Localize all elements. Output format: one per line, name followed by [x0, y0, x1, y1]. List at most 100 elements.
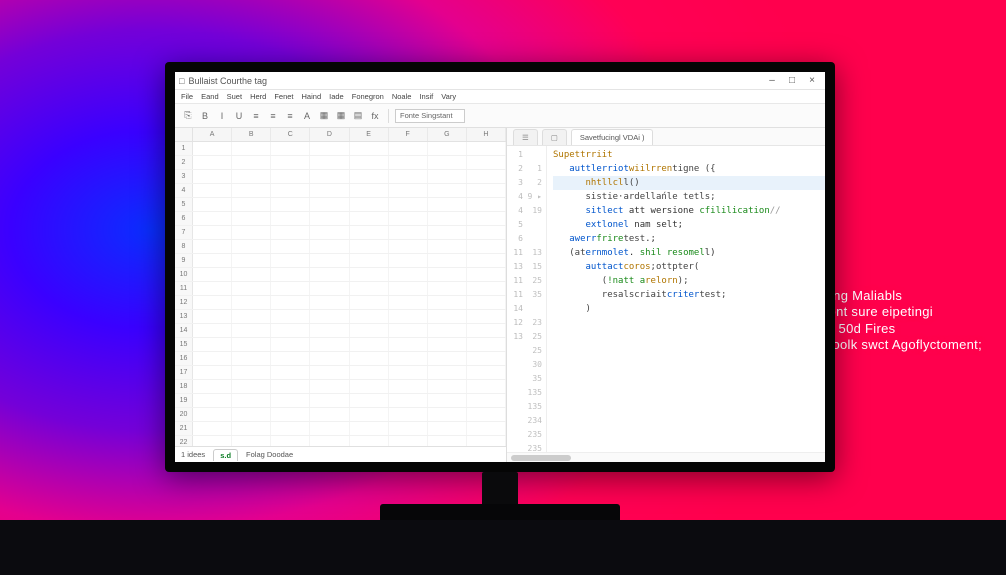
cell[interactable]	[271, 380, 310, 393]
cell[interactable]	[193, 408, 232, 421]
menu-item[interactable]: Fonegron	[352, 92, 384, 101]
code-line[interactable]: (!natt a relorn);	[553, 274, 825, 288]
cell[interactable]	[389, 226, 428, 239]
cell[interactable]	[350, 422, 389, 435]
cell[interactable]	[310, 212, 349, 225]
cell[interactable]	[193, 212, 232, 225]
cell[interactable]	[467, 226, 506, 239]
toolbar-button[interactable]: fx	[368, 109, 382, 123]
cell[interactable]	[428, 324, 467, 337]
cell[interactable]	[428, 184, 467, 197]
cell[interactable]	[428, 170, 467, 183]
cell[interactable]	[350, 212, 389, 225]
cell[interactable]	[428, 380, 467, 393]
cell[interactable]	[271, 156, 310, 169]
cell[interactable]	[193, 380, 232, 393]
cell[interactable]	[193, 436, 232, 446]
cell[interactable]	[428, 408, 467, 421]
select-all-corner[interactable]	[175, 128, 193, 141]
cell[interactable]	[232, 296, 271, 309]
cell[interactable]	[389, 324, 428, 337]
cell[interactable]	[350, 226, 389, 239]
cell[interactable]	[467, 268, 506, 281]
row-header[interactable]: 5	[175, 198, 193, 211]
cell[interactable]	[193, 366, 232, 379]
toolbar-button[interactable]: B	[198, 109, 212, 123]
cell[interactable]	[193, 282, 232, 295]
cell[interactable]	[193, 184, 232, 197]
cell[interactable]	[310, 324, 349, 337]
cell[interactable]	[389, 408, 428, 421]
cell[interactable]	[428, 240, 467, 253]
editor-new-tab-button[interactable]: ▢	[542, 129, 567, 145]
cell[interactable]	[389, 310, 428, 323]
cell[interactable]	[271, 142, 310, 155]
cell[interactable]	[428, 254, 467, 267]
cell[interactable]	[232, 184, 271, 197]
column-header[interactable]: H	[467, 128, 506, 141]
table-row[interactable]: 13	[175, 310, 506, 324]
toolbar-button[interactable]: ⎘	[181, 109, 195, 123]
cell[interactable]	[232, 212, 271, 225]
cell[interactable]	[467, 142, 506, 155]
cell[interactable]	[350, 310, 389, 323]
cell[interactable]	[193, 240, 232, 253]
editor-active-tab[interactable]: Savetfucingl VDAi )	[571, 129, 654, 145]
toolbar-button[interactable]: ▦	[317, 109, 331, 123]
cell[interactable]	[310, 184, 349, 197]
code-line[interactable]: sistie·ardellańle tetls;	[553, 190, 825, 204]
table-row[interactable]: 18	[175, 380, 506, 394]
cell[interactable]	[350, 352, 389, 365]
cell[interactable]	[271, 310, 310, 323]
cell[interactable]	[389, 268, 428, 281]
row-header[interactable]: 6	[175, 212, 193, 225]
cell[interactable]	[350, 240, 389, 253]
code-line[interactable]	[553, 372, 825, 386]
cell[interactable]	[271, 394, 310, 407]
cell[interactable]	[310, 310, 349, 323]
column-header[interactable]: D	[310, 128, 349, 141]
table-row[interactable]: 8	[175, 240, 506, 254]
cell[interactable]	[271, 296, 310, 309]
column-header[interactable]: C	[271, 128, 310, 141]
cell[interactable]	[389, 380, 428, 393]
row-header[interactable]: 2	[175, 156, 193, 169]
cell[interactable]	[310, 198, 349, 211]
cell[interactable]	[310, 408, 349, 421]
cell[interactable]	[271, 254, 310, 267]
table-row[interactable]: 11	[175, 282, 506, 296]
table-row[interactable]: 16	[175, 352, 506, 366]
cell[interactable]	[232, 352, 271, 365]
table-row[interactable]: 4	[175, 184, 506, 198]
cell[interactable]	[350, 324, 389, 337]
cell[interactable]	[428, 142, 467, 155]
cell[interactable]	[232, 142, 271, 155]
code-line[interactable]: extlonel nam selt;	[553, 218, 825, 232]
table-row[interactable]: 22	[175, 436, 506, 446]
row-header[interactable]: 3	[175, 170, 193, 183]
code-line[interactable]	[553, 330, 825, 344]
row-header[interactable]: 11	[175, 282, 193, 295]
cell[interactable]	[271, 282, 310, 295]
cell[interactable]	[310, 436, 349, 446]
cell[interactable]	[271, 226, 310, 239]
cell[interactable]	[467, 366, 506, 379]
cell[interactable]	[350, 408, 389, 421]
menu-item[interactable]: Iade	[329, 92, 344, 101]
cell[interactable]	[271, 352, 310, 365]
cell[interactable]	[350, 184, 389, 197]
cell[interactable]	[232, 436, 271, 446]
cell[interactable]	[310, 352, 349, 365]
cell[interactable]	[271, 268, 310, 281]
cell[interactable]	[428, 310, 467, 323]
column-header[interactable]: E	[350, 128, 389, 141]
cell[interactable]	[389, 394, 428, 407]
table-row[interactable]: 5	[175, 198, 506, 212]
code-line[interactable]: (at ernmolet. shil resomell)	[553, 246, 825, 260]
cell[interactable]	[193, 338, 232, 351]
cell[interactable]	[193, 156, 232, 169]
toolbar-button[interactable]: ▦	[334, 109, 348, 123]
code-line[interactable]	[553, 400, 825, 414]
cell[interactable]	[389, 240, 428, 253]
row-header[interactable]: 1	[175, 142, 193, 155]
